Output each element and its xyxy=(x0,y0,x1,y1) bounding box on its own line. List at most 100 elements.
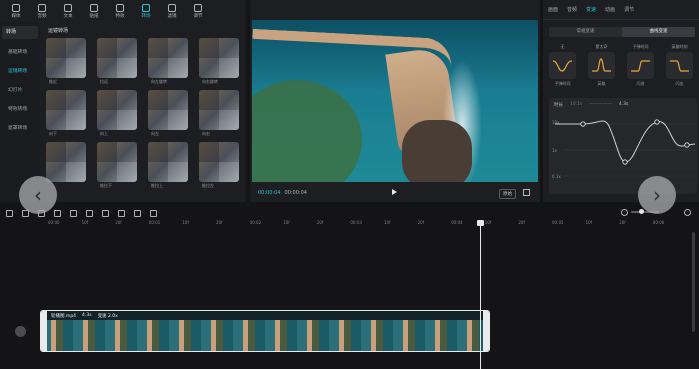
inspector-tab[interactable]: 音频 xyxy=(567,6,577,13)
ruler-tick: 00:04 xyxy=(451,220,463,225)
transition-tile[interactable]: 向下 xyxy=(46,90,86,136)
clip-header: 轮播图.mp4 4.3s 变速 2.0x xyxy=(41,311,489,320)
inspector-tab[interactable]: 动画 xyxy=(605,6,615,13)
tool-adjust[interactable]: 调节 xyxy=(186,3,210,19)
speed-mode-option[interactable]: 常规变速 xyxy=(549,27,622,37)
preset-name: 子弹时间 xyxy=(554,81,571,86)
curve-point-1 xyxy=(580,121,586,127)
ruler-tick: 00:01 xyxy=(148,220,161,225)
cover-icon[interactable] xyxy=(15,326,26,337)
transition-thumbnail xyxy=(148,142,188,182)
preset-top-label: 无 xyxy=(560,44,565,49)
rotate-icon[interactable] xyxy=(134,209,141,217)
transition-tile[interactable]: 向上 xyxy=(97,90,137,136)
timeline-ruler[interactable]: 00:00 10f 20f 00:01 10f 20f 00:02 10f 20f 00:03 10… xyxy=(40,220,699,228)
category-item[interactable]: 特效转场 xyxy=(0,100,40,119)
category-header[interactable]: 转场 xyxy=(2,26,38,39)
transition-tile[interactable]: 推近 xyxy=(46,38,86,84)
transition-tile[interactable]: 向右旋转 xyxy=(199,38,239,84)
category-item[interactable]: 幻灯片 xyxy=(0,81,40,100)
record-icon[interactable] xyxy=(102,209,109,217)
duration-label: 时长 xyxy=(554,103,563,108)
video-preview[interactable] xyxy=(252,20,538,182)
reverse-icon[interactable] xyxy=(86,209,93,217)
text-icon xyxy=(64,3,72,12)
preset-name: 闪出 xyxy=(675,81,684,86)
preset-curve-icon xyxy=(588,52,615,79)
zoom-knob[interactable] xyxy=(639,209,644,214)
tool-transition[interactable]: 转场 xyxy=(134,3,158,19)
category-item[interactable]: 基础转场 xyxy=(0,43,40,62)
tool-effect[interactable]: 特效 xyxy=(108,3,132,19)
preset-top-label: 子弹时间 xyxy=(632,44,649,49)
preset-name: 闪进 xyxy=(636,81,645,86)
curve-preset[interactable]: 蒙太奇 英雄 xyxy=(588,44,615,87)
transition-tile[interactable]: 拉远 xyxy=(97,38,137,84)
freeze-icon[interactable] xyxy=(70,209,77,217)
speed-curve[interactable] xyxy=(549,116,697,186)
inspector-tab[interactable]: 变速 xyxy=(586,6,596,13)
curve-preset[interactable]: 英雄时刻 闪出 xyxy=(666,44,693,87)
undo-icon[interactable] xyxy=(6,209,13,217)
transition-tile[interactable]: 推拉左 xyxy=(199,142,239,188)
ruler-tick: 10f xyxy=(81,220,89,225)
tool-text[interactable]: 文本 xyxy=(56,3,80,19)
preset-top-label: 英雄时刻 xyxy=(671,44,688,49)
video-clip[interactable]: 轮播图.mp4 4.3s 变速 2.0x xyxy=(40,310,490,352)
curve-preset[interactable]: 无子弹时间 xyxy=(549,44,576,87)
tool-audio[interactable]: 音频 xyxy=(30,3,54,19)
inspector-tab[interactable]: 调节 xyxy=(624,6,634,13)
tool-sticker[interactable]: 贴纸 xyxy=(82,3,106,19)
clip-left-handle[interactable] xyxy=(41,311,47,351)
tool-filter[interactable]: 滤镜 xyxy=(160,3,184,19)
next-arrow-icon[interactable]: › xyxy=(638,176,676,214)
transition-tile[interactable]: 推拉上 xyxy=(148,142,188,188)
inspector-tab[interactable]: 画面 xyxy=(548,6,558,13)
curve-preset[interactable]: 子弹时间 闪进 xyxy=(627,44,654,87)
transition-thumbnail xyxy=(46,142,86,182)
grid-title: 运镜转场 xyxy=(48,28,69,34)
crop-icon[interactable] xyxy=(150,209,157,217)
zoom-in-icon[interactable] xyxy=(684,209,691,216)
transition-label: 推拉上 xyxy=(151,183,163,188)
transition-label: 向上 xyxy=(100,131,108,136)
curve-point-3 xyxy=(654,119,660,125)
ratio-button[interactable]: 原始 xyxy=(499,189,516,199)
transition-tile[interactable]: 向左 xyxy=(148,90,188,136)
zoom-out-icon[interactable] xyxy=(621,209,628,216)
transition-label: 推近 xyxy=(49,79,57,84)
curve-editor[interactable]: 时长 10.1s ————— 4.3s 10x 1x 0.1x xyxy=(549,98,697,194)
transition-tile[interactable] xyxy=(46,142,86,182)
clip-frames xyxy=(41,320,489,351)
delete-icon[interactable] xyxy=(54,209,61,217)
preset-top-label: 蒙太奇 xyxy=(595,44,608,49)
ruler-tick: 20f xyxy=(417,220,425,225)
transition-label: 拉远 xyxy=(100,79,108,84)
inspector-tabs: 画面 音频 变速 动画 调节 xyxy=(543,0,699,20)
duration-from: 10.1s xyxy=(570,102,583,107)
transition-thumbnail xyxy=(97,90,137,130)
play-icon[interactable] xyxy=(392,189,397,195)
transition-thumbnail xyxy=(97,38,137,78)
ruler-tick: 00:05 xyxy=(552,220,564,225)
tool-media[interactable]: 媒体 xyxy=(4,3,28,19)
preview-panel: 00:00:04 00:00:04 原始 xyxy=(250,0,540,202)
ruler-tick: 00:02 xyxy=(249,220,262,225)
category-item[interactable]: 运镜转场 xyxy=(0,62,40,81)
ruler-tick: 20f xyxy=(115,220,122,225)
category-item[interactable]: 遮罩转场 xyxy=(0,119,40,138)
transition-label: 向左旋转 xyxy=(151,79,167,84)
prev-arrow-icon[interactable]: ‹ xyxy=(19,176,57,214)
mirror-icon[interactable] xyxy=(118,209,125,217)
timeline-scrollbar[interactable] xyxy=(692,232,695,332)
clip-right-handle[interactable] xyxy=(483,311,489,351)
transition-thumbnail xyxy=(97,142,137,182)
current-timecode: 00:00:04 xyxy=(258,190,281,196)
transition-tile[interactable]: 向左旋转 xyxy=(148,38,188,84)
transition-tile[interactable]: 向右 xyxy=(199,90,239,136)
fullscreen-icon[interactable] xyxy=(523,189,530,196)
playhead[interactable] xyxy=(480,221,481,369)
ruler-tick: 20f xyxy=(216,220,223,225)
speed-mode-option[interactable]: 曲线变速 xyxy=(622,27,695,37)
transition-tile[interactable]: 推拉下 xyxy=(97,142,137,188)
